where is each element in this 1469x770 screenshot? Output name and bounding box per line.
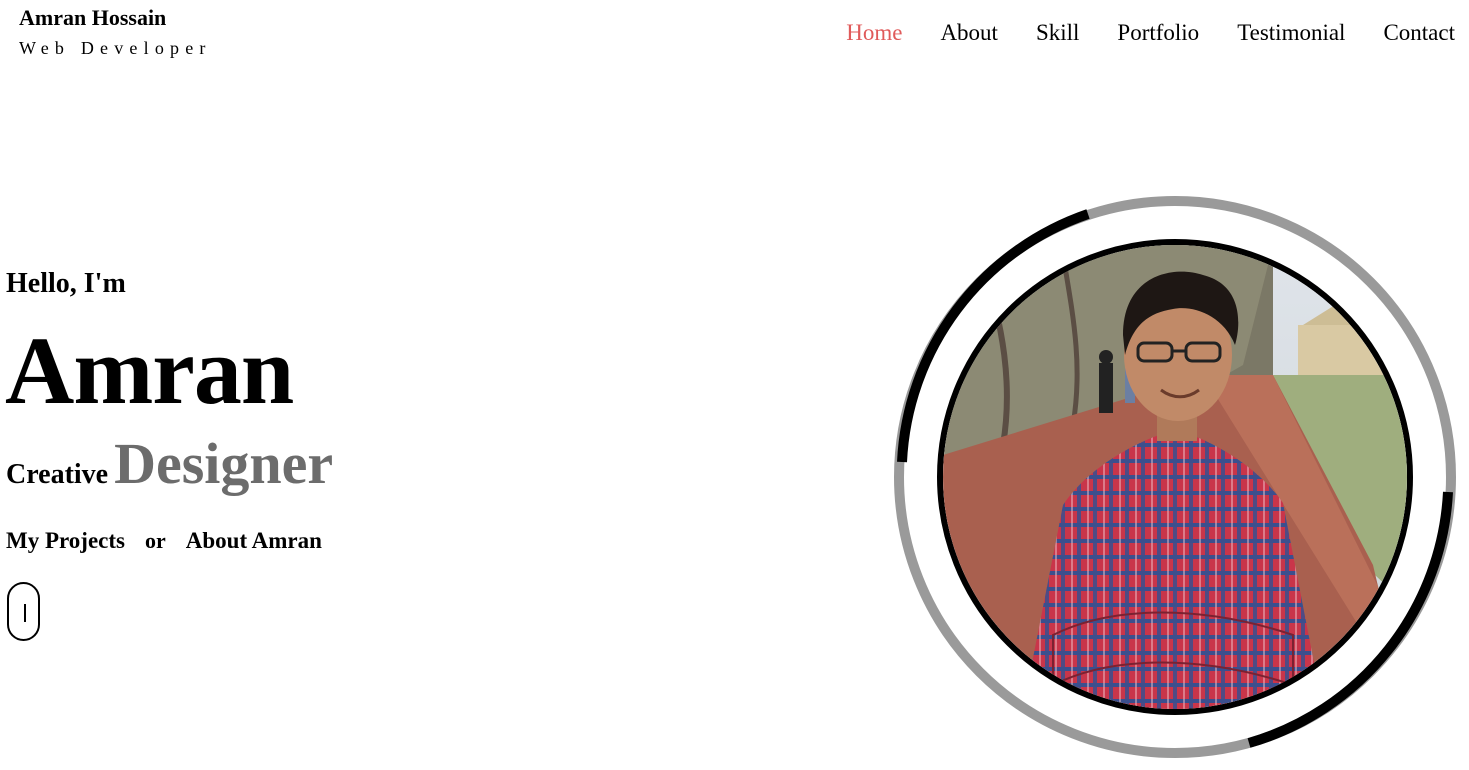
profile-photo [937,239,1413,715]
nav-home[interactable]: Home [846,19,902,47]
tagline-role: Designer [114,431,334,496]
brand-role: Web Developer [19,38,212,58]
nav-about[interactable]: About [940,19,998,47]
brand[interactable]: Amran Hossain Web Developer [19,5,212,59]
tagline-prefix: Creative [6,459,109,490]
hero-tagline: Creative Designer [6,430,333,497]
hero-links: My Projects or About Amran [6,528,322,554]
main-nav: Home About Skill Portfolio Testimonial C… [846,19,1455,47]
scroll-mouse-icon[interactable] [7,582,40,641]
or-text: or [145,528,166,553]
page: Amran Hossain Web Developer Home About S… [0,0,1469,770]
nav-portfolio[interactable]: Portfolio [1117,19,1199,47]
portrait [892,194,1458,760]
scroll-wheel [24,604,26,622]
hero-greeting: Hello, I'm [6,268,126,299]
about-amran-link[interactable]: About Amran [186,528,322,554]
my-projects-link[interactable]: My Projects [6,528,125,554]
brand-name: Amran Hossain [19,5,167,30]
hero-name: Amran [5,317,294,424]
profile-photo-art [943,245,1407,709]
nav-contact[interactable]: Contact [1383,19,1455,47]
nav-testimonial[interactable]: Testimonial [1237,19,1345,47]
nav-skill[interactable]: Skill [1036,19,1079,47]
